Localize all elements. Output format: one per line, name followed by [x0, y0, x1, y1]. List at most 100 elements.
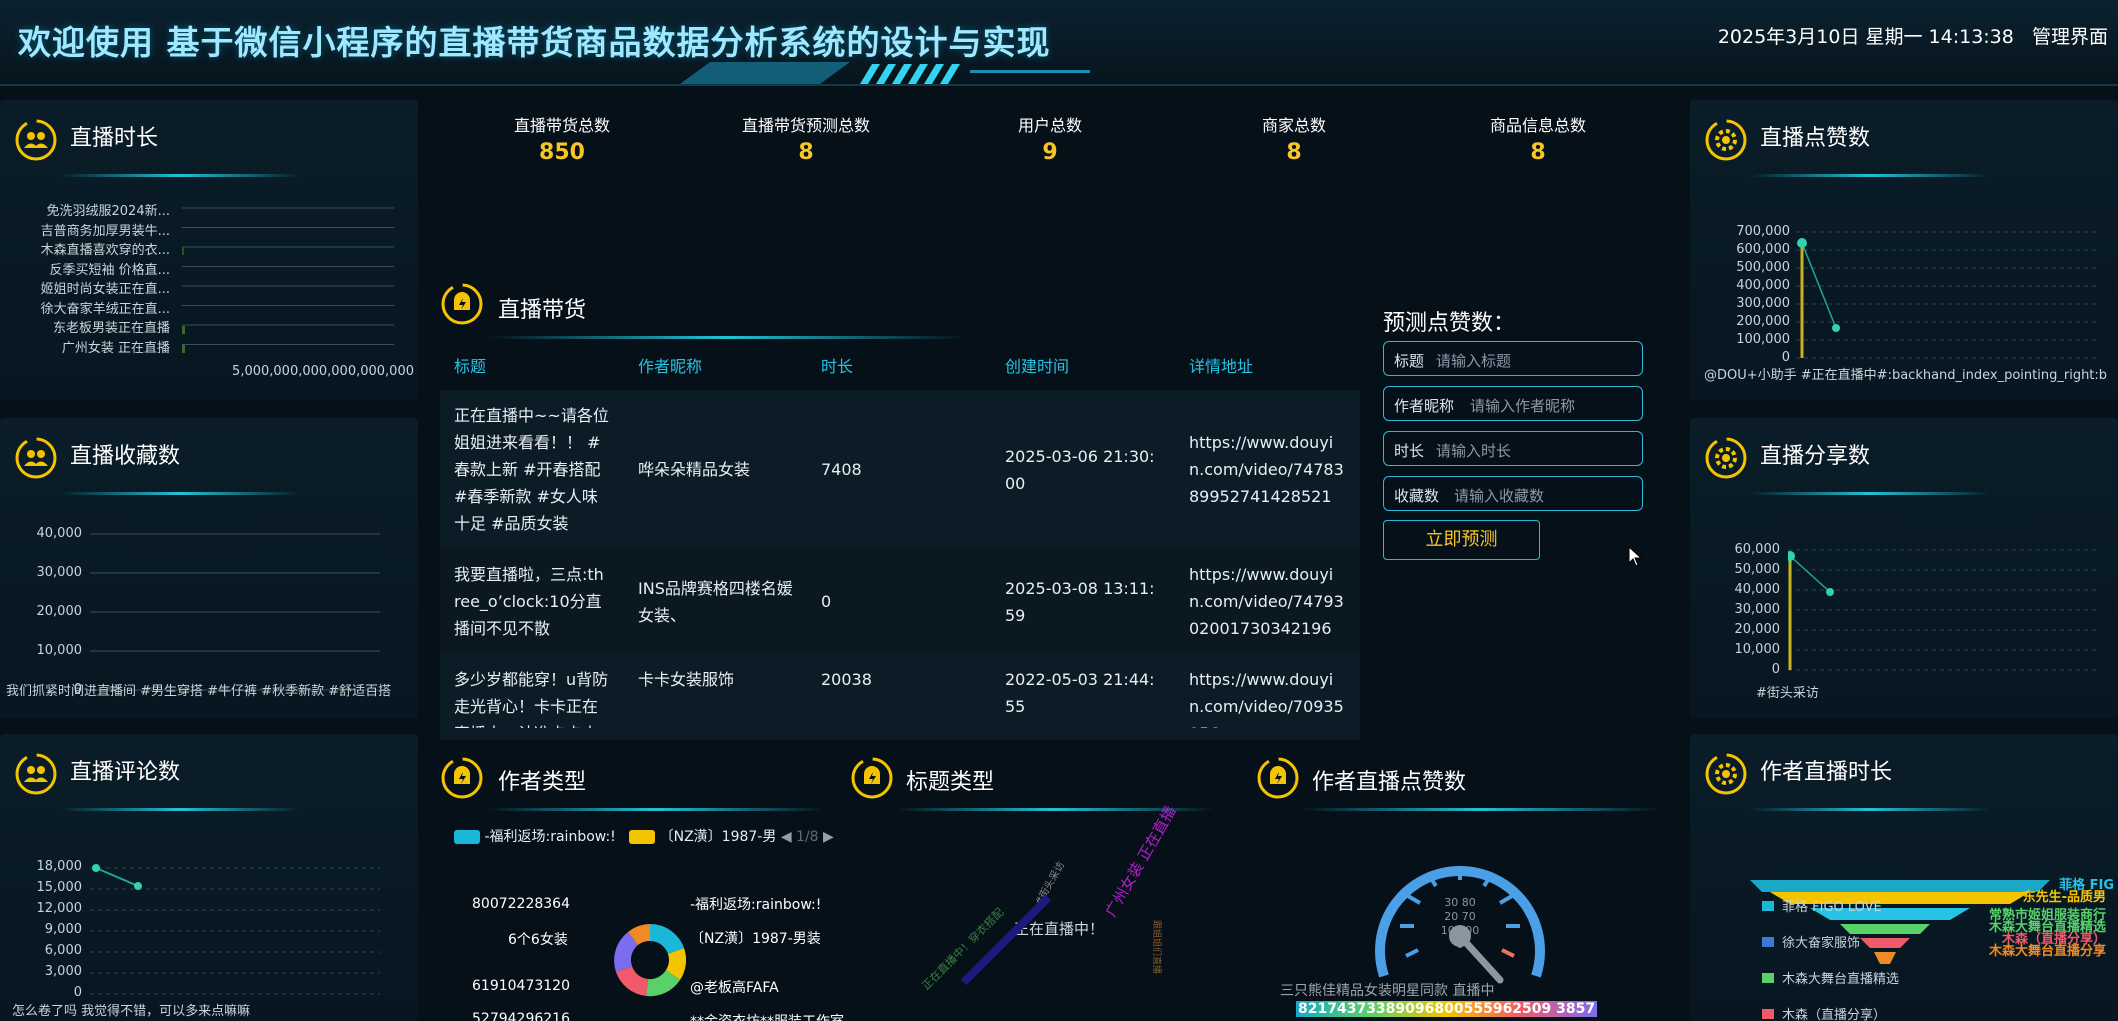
table-cell: 20038 [807, 654, 991, 740]
word: 广州女装 正在直播 [1101, 802, 1180, 920]
column-header: 详情地址 [1189, 357, 1254, 376]
predict-input[interactable]: 收藏数 请输入收藏数 [1383, 476, 1643, 511]
y-tick: 60,000 [1734, 542, 1781, 557]
y-tick: 20,000 [1734, 622, 1781, 637]
funnel-label: 东先生-品质男 [2022, 890, 2106, 905]
table-row[interactable]: 正在直播中~~请各位姐姐进来看看！！ #春款上新 #开春搭配 #春季新款 #女人… [440, 390, 1360, 549]
legend-swatch [1762, 901, 1774, 911]
table-cell[interactable]: https://www.douyin.com/video/74793020017… [1175, 549, 1360, 654]
field-placeholder: 请输入标题 [1436, 352, 1512, 370]
favorites-plot [90, 533, 380, 691]
title-underline [486, 336, 966, 339]
bar-label: 姬姐时尚女装正在直... [40, 282, 170, 297]
legend-text: 木森（直播分享） [1782, 1008, 1887, 1021]
column-header: 创建时间 [1005, 357, 1070, 376]
stat-value: 8 [798, 140, 814, 165]
bar-label: 徐大奋家羊绒正在直... [40, 301, 170, 317]
table-cell: 多少岁都能穿！u背防走光背心！卡卡正在直播中，认准卡卡本人直 [440, 654, 624, 740]
title-underline [1300, 808, 1660, 811]
gauge-tick: 70 [1461, 910, 1476, 923]
panel-favorites: 直播收藏数 40,000 30,000 20,000 10,000 0 我们抓紧时间进直… [0, 418, 418, 718]
bar-label: 免洗羽绒服2024新... [46, 204, 170, 219]
y-tick: 600,000 [1736, 242, 1790, 257]
bar-label: 反季买短袖 价格直... [49, 262, 170, 278]
word: 跟姐姐们直播 [1151, 920, 1161, 975]
panel-author-duration: 作者直播时长 菲格 FIGO LOVE 徐大奋家服饰 木森大舞台直播精选 木森（直播分… [1690, 734, 2118, 1021]
legend-item-2[interactable]: 〔NZ潢〕1987-男 [660, 829, 777, 845]
table-cell: 我要直播啦，三点:three_o’clock:10分直播间不见不散 [440, 549, 624, 654]
gauge-numbers: 82174373389096800555962509 3857 [1296, 1001, 1598, 1017]
table-cell[interactable]: https://www.douyin.com/video/74783899527… [1175, 390, 1360, 549]
donut-label: 〔NZ潢〕1987-男装 [690, 931, 821, 947]
y-tick: 500,000 [1736, 260, 1790, 275]
legend-item[interactable]: 徐大奋家服饰 [1762, 932, 1860, 951]
field-label: 作者昵称 [1394, 397, 1455, 415]
legend-next-icon[interactable]: ▶ [823, 829, 834, 845]
favorites-xlabel: 我们抓紧时间进直播间 #男生穿搭 #牛仔裤 #秋季新款 #舒适百搭 [6, 684, 392, 699]
predict-title: 预测点赞数： [1383, 311, 1516, 336]
field-label: 标题 [1394, 352, 1425, 370]
predict-input[interactable]: 时长 请输入时长 [1383, 431, 1643, 466]
table-cell: 正在直播中~~请各位姐姐进来看看！！ #春款上新 #开春搭配 #春季新款 #女人… [440, 390, 624, 549]
shares-xlabel: #街头采访 [1756, 686, 1819, 701]
table-cell: 卡卡女装服饰 [624, 654, 807, 740]
gear-icon [1705, 437, 1747, 479]
gauge-bottom-text: 三只熊佳精品女装明星同款 直播中 [1280, 983, 1495, 999]
panel-duration: 直播时长 免洗羽绒服2024新... 吉普商务加厚男装牛... 木森直播喜欢穿的衣.… [0, 100, 418, 400]
y-tick: 9,000 [44, 922, 82, 937]
mouse-cursor-icon [1628, 546, 1643, 567]
y-tick: 400,000 [1736, 278, 1790, 293]
legend-item[interactable]: 菲格 FIGO LOVE [1762, 896, 1882, 915]
donut-label: -福利返场:rainbow:! [690, 897, 822, 913]
admin-link[interactable]: 管理界面 [2032, 26, 2108, 48]
shares-plot [1788, 549, 2098, 671]
title-underline [60, 174, 300, 177]
legend-text: 徐大奋家服饰 [1782, 936, 1861, 951]
live-section-icon [441, 283, 483, 325]
bar-label: 广州女装 正在直播 [61, 340, 170, 356]
y-tick: 300,000 [1736, 296, 1790, 311]
panel-title-comments: 直播评论数 [70, 760, 181, 785]
duration-xticks: 5,000,000,000,000,000,000 [232, 364, 414, 379]
author-type-donut [614, 923, 687, 997]
users-icon [15, 753, 57, 795]
y-tick: 10,000 [36, 643, 83, 658]
table-row[interactable]: 多少岁都能穿！u背防走光背心！卡卡正在直播中，认准卡卡本人直卡卡女装服饰2003… [440, 654, 1360, 740]
predict-button[interactable]: 立即预测 [1383, 520, 1540, 560]
y-tick: 200,000 [1736, 314, 1790, 329]
comments-plot [90, 864, 380, 995]
legend-item-1[interactable]: -福利返场:rainbow:! [484, 829, 615, 845]
y-tick: 0 [1771, 662, 1780, 677]
table-cell: 0 [807, 549, 991, 654]
legend-swatch [454, 830, 480, 844]
predict-input[interactable]: 标题 请输入标题 [1383, 341, 1643, 376]
stat-label: 商家总数 [1261, 116, 1326, 135]
panel-title-shares: 直播分享数 [1760, 444, 1871, 469]
legend-item[interactable]: 木森（直播分享） [1762, 1004, 1886, 1021]
author-type-icon [441, 757, 483, 799]
field-label: 时长 [1394, 442, 1425, 460]
legend-swatch [1762, 1009, 1774, 1019]
table-cell[interactable]: https://www.douyin.com/video/70935056 [1175, 654, 1360, 740]
panel-title-favorites: 直播收藏数 [70, 444, 181, 469]
legend-swatch [629, 830, 656, 844]
field-label: 收藏数 [1394, 487, 1440, 505]
title-underline [1750, 174, 1990, 177]
table-row[interactable]: 我要直播啦，三点:three_o’clock:10分直播间不见不散 INS品牌赛格… [440, 549, 1360, 654]
users-icon [15, 437, 57, 479]
stat-value: 9 [1042, 140, 1058, 165]
legend-prev-icon[interactable]: ◀ [781, 829, 792, 845]
donut-label: 6个6女装 [508, 932, 568, 948]
stat-card: 商家总数 8 [1204, 108, 1384, 165]
header-right: 2025年3月10日 星期一 14:13:38 管理界面 [1718, 22, 2108, 49]
gear-icon [1705, 753, 1747, 795]
title-type-title: 标题类型 [906, 770, 995, 795]
legend-item[interactable]: 木森大舞台直播精选 [1762, 968, 1899, 987]
y-tick: 18,000 [36, 859, 83, 874]
stat-label: 用户总数 [1017, 116, 1082, 135]
title-underline [1750, 808, 1990, 811]
field-placeholder: 请输入作者昵称 [1470, 397, 1576, 415]
y-tick: 6,000 [44, 943, 82, 958]
column-header: 作者昵称 [638, 357, 703, 376]
predict-input[interactable]: 作者昵称 请输入作者昵称 [1383, 386, 1643, 421]
